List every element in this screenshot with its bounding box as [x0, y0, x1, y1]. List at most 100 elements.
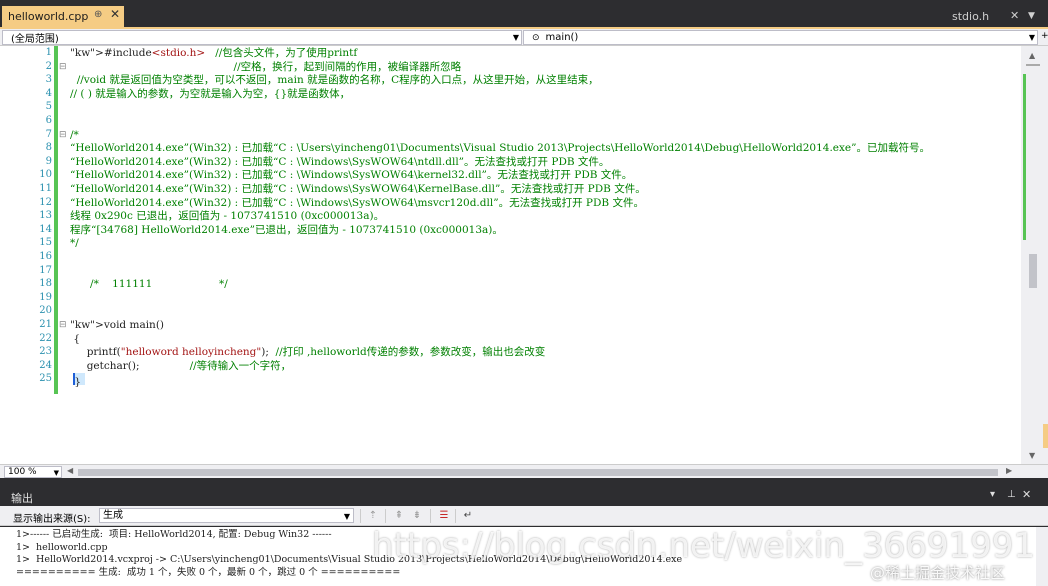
change-tracking-bar	[54, 46, 58, 394]
code-line[interactable]: “HelloWorld2014.exe”(Win32) : 已加载“C : \W…	[70, 169, 632, 183]
code-line[interactable]: 线程 0x290c 已退出，返回值为 - 1073741510 (0xc0000…	[70, 210, 384, 224]
scroll-up-icon[interactable]: ▲	[1029, 51, 1035, 60]
output-panel-header: 输出 ▾ ⊥ ✕	[0, 486, 1048, 506]
collapse-icon[interactable]: ⊟	[59, 130, 67, 140]
code-line[interactable]: "kw">#include<stdio.h> //包含头文件，为了使用print…	[70, 47, 357, 61]
output-source-dropdown[interactable]: 生成 ▼	[99, 508, 354, 523]
line-number: 16	[39, 251, 52, 262]
function-dropdown[interactable]: ⊙ main() ▼	[523, 30, 1038, 45]
zoom-bar: 100 % ▼ ◀ ▶	[0, 464, 1048, 478]
tab-stdio-h[interactable]: stdio.h	[952, 10, 989, 23]
editor-vertical-scrollbar[interactable]: ▲ ▼	[1021, 46, 1048, 464]
code-line[interactable]: // ( ) 就是输入的参数，为空就是输入为空，{}就是函数体，	[70, 88, 350, 102]
function-value: main()	[545, 32, 579, 43]
chevron-down-icon[interactable]: ▼	[513, 33, 519, 42]
chevron-down-icon[interactable]: ▼	[344, 510, 350, 523]
output-line: 1>------ 已启动生成: 项目: HelloWorld2014, 配置: …	[16, 529, 332, 540]
code-line[interactable]: “HelloWorld2014.exe”(Win32) : 已加载“C : \U…	[70, 142, 930, 156]
function-icon: ⊙	[532, 32, 540, 43]
code-line[interactable]: "kw">void main()	[70, 319, 164, 333]
line-number: 22	[39, 332, 52, 344]
line-number: 15	[39, 237, 52, 249]
output-vertical-scrollbar[interactable]	[1036, 527, 1048, 586]
tab-helloworld-cpp[interactable]: helloworld.cpp ⊕ ✕	[2, 6, 124, 27]
scroll-left-icon[interactable]: ◀	[67, 466, 73, 475]
code-line[interactable]: //空格，换行，起到间隔的作用，被编译器所忽略	[70, 61, 462, 75]
chevron-down-icon[interactable]: ▼	[1029, 33, 1035, 42]
code-line[interactable]: “HelloWorld2014.exe”(Win32) : 已加载“C : \W…	[70, 156, 609, 170]
close-icon[interactable]: ✕	[1022, 488, 1031, 501]
pin-icon[interactable]: ⊥	[1007, 489, 1016, 500]
scroll-thumb[interactable]	[1029, 254, 1037, 288]
zoom-dropdown[interactable]: 100 % ▼	[4, 466, 62, 478]
output-line: 1> helloworld.cpp	[16, 541, 108, 553]
code-line[interactable]: “HelloWorld2014.exe”(Win32) : 已加载“C : \W…	[70, 183, 646, 197]
line-number: 23	[39, 346, 52, 358]
line-number: 3	[45, 74, 52, 86]
line-number: 20	[39, 305, 52, 317]
collapse-icon[interactable]: ⊟	[59, 320, 67, 330]
toolbar-separator	[455, 509, 456, 523]
output-source-label: 显示输出来源(S):	[13, 514, 91, 525]
word-wrap-icon[interactable]: ↵	[461, 509, 475, 523]
scroll-down-icon[interactable]: ▼	[1029, 451, 1035, 460]
line-number: 4	[45, 87, 52, 99]
line-number: 11	[39, 183, 52, 194]
pin-icon[interactable]: ⊕	[94, 9, 102, 20]
scope-value: (全局范围)	[11, 34, 59, 45]
next-message-icon[interactable]: ⇟	[410, 509, 424, 523]
close-icon[interactable]: ✕	[1010, 9, 1019, 22]
code-editor[interactable]: 1 2 3 4 5 6 7 8 9 10 11 12 13 14 15 16 17 18 19 20 21 22 23 24 2…	[0, 46, 1048, 464]
split-handle[interactable]	[1026, 64, 1040, 66]
clear-all-icon[interactable]: ☰	[437, 509, 451, 523]
output-title: 输出	[11, 492, 33, 505]
watermark-url: https://blog.csdn.net/weixin_36691991	[372, 526, 1036, 566]
split-icon[interactable]: +	[1041, 31, 1048, 41]
line-number: 24	[39, 359, 52, 371]
code-area[interactable]: "kw">#include<stdio.h> //包含头文件，为了使用print…	[60, 46, 1020, 464]
code-line[interactable]: “HelloWorld2014.exe”(Win32) : 已加载“C : \W…	[70, 197, 644, 211]
scope-dropdown[interactable]: (全局范围) ▼	[2, 30, 522, 45]
panel-menu-icon[interactable]: ▾	[990, 489, 995, 500]
close-icon[interactable]: ✕	[110, 7, 120, 21]
line-number: 7	[45, 128, 52, 140]
code-line[interactable]: 程序“[34768] HelloWorld2014.exe”已退出，返回值为 -…	[70, 224, 503, 238]
horizontal-scroll-thumb[interactable]	[78, 469, 998, 476]
code-line[interactable]: }	[70, 373, 92, 388]
output-toolbar: 显示输出来源(S): 生成 ▼ ⇡ ⇞ ⇟ ☰ ↵	[0, 506, 1048, 526]
document-tab-strip: helloworld.cpp ⊕ ✕ stdio.h ✕ ▼	[0, 0, 1048, 27]
scroll-marker	[1043, 424, 1048, 448]
code-line[interactable]: {	[70, 333, 80, 347]
line-number: 14	[39, 223, 52, 235]
line-number: 2	[45, 60, 52, 72]
code-line[interactable]: /*	[70, 129, 79, 143]
toolbar-separator	[385, 509, 386, 523]
line-number: 1	[45, 47, 52, 58]
zoom-value: 100 %	[8, 467, 37, 477]
collapse-icon[interactable]: ⊟	[59, 62, 67, 72]
line-number: 21	[39, 319, 52, 330]
scroll-right-icon[interactable]: ▶	[1006, 466, 1012, 475]
toolbar-separator	[430, 509, 431, 523]
toolbar-separator	[360, 509, 361, 523]
panel-splitter[interactable]	[0, 478, 1048, 486]
line-number: 6	[45, 115, 52, 126]
line-number: 10	[39, 169, 52, 181]
watermark-site: @稀土掘金技术社区	[870, 564, 1006, 582]
output-source-value: 生成	[103, 510, 123, 521]
line-number: 12	[39, 196, 52, 208]
line-number: 8	[45, 142, 52, 154]
code-line[interactable]: getchar(); //等待输入一个字符，	[70, 360, 291, 374]
find-icon[interactable]: ⇡	[366, 509, 380, 523]
line-number: 19	[39, 291, 52, 303]
prev-message-icon[interactable]: ⇞	[392, 509, 406, 523]
code-line[interactable]: printf("helloword helloyincheng"); //打印 …	[70, 346, 546, 360]
code-line[interactable]: */	[70, 237, 79, 251]
line-number: 5	[45, 101, 52, 113]
line-number-gutter: 1 2 3 4 5 6 7 8 9 10 11 12 13 14 15 16 17 18 19 20 21 22 23 24 2…	[0, 46, 56, 464]
chevron-down-icon[interactable]: ▼	[54, 468, 59, 478]
chevron-down-icon[interactable]: ▼	[1028, 11, 1035, 21]
code-line[interactable]: //void 就是返回值为空类型，可以不返回，main 就是函数的名称，C程序的…	[70, 74, 599, 88]
code-line[interactable]: /* 111111 */	[70, 278, 228, 292]
line-number: 18	[39, 278, 52, 290]
